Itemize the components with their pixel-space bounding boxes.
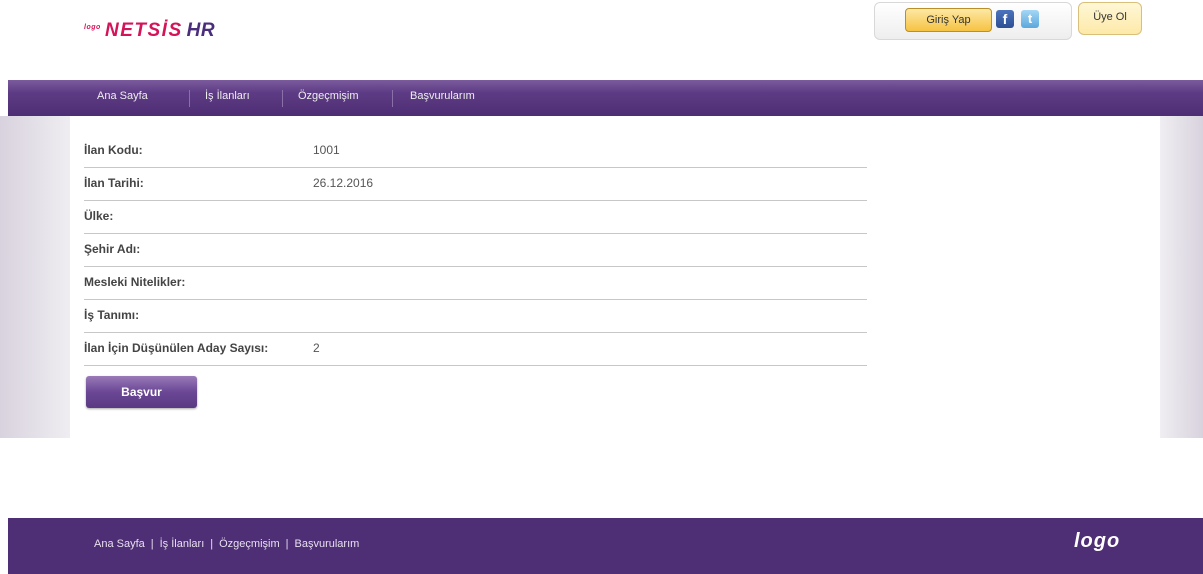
logo-brand-name: NETSİS: [105, 20, 183, 41]
detail-row-job-date: İlan Tarihi: 26.12.2016: [84, 167, 867, 201]
apply-button[interactable]: Başvur: [86, 376, 197, 408]
twitter-glyph: t: [1027, 11, 1033, 26]
nav-separator: [392, 90, 393, 107]
main-nav: Ana Sayfa İş İlanları Özgeçmişim Başvuru…: [8, 80, 1203, 116]
footer-separator: |: [285, 538, 289, 550]
footer-links: Ana Sayfa | İş İlanları | Özgeçmişim | Başvuru…: [94, 538, 359, 550]
detail-row-candidate-count: İlan İçin Düşünülen Aday Sayısı: 2: [84, 332, 867, 366]
footer-link-applications[interactable]: Başvurularım: [295, 538, 360, 550]
detail-row-country: Ülke:: [84, 200, 867, 234]
country-label: Ülke:: [84, 209, 114, 223]
footer-link-home[interactable]: Ana Sayfa: [94, 538, 145, 550]
job-date-label: İlan Tarihi:: [84, 176, 144, 190]
logo-brand-footer[interactable]: logo: [1074, 530, 1120, 553]
qualifications-label: Mesleki Nitelikler:: [84, 275, 186, 289]
nav-separator: [189, 90, 190, 107]
nav-item-applications[interactable]: Başvurularım: [410, 80, 475, 116]
candidate-count-label: İlan İçin Düşünülen Aday Sayısı:: [84, 341, 269, 355]
candidate-count-value: 2: [313, 341, 320, 355]
facebook-icon[interactable]: f: [996, 10, 1014, 28]
auth-box: Giriş Yap f t: [874, 2, 1072, 40]
footer-link-jobs[interactable]: İş İlanları: [160, 538, 205, 550]
signup-button[interactable]: Üye Ol: [1078, 2, 1142, 35]
header: logo NETSİS HR Giriş Yap f t Üye Ol: [0, 0, 1203, 80]
footer: Ana Sayfa | İş İlanları | Özgeçmişim | Başvuru…: [8, 518, 1203, 574]
detail-row-city: Şehir Adı:: [84, 233, 867, 267]
footer-separator: |: [210, 538, 214, 550]
job-detail-panel: İlan Kodu: 1001 İlan Tarihi: 26.12.2016 …: [70, 116, 1160, 438]
nav-item-jobs[interactable]: İş İlanları: [205, 80, 250, 116]
job-code-label: İlan Kodu:: [84, 143, 143, 157]
twitter-icon[interactable]: t: [1021, 10, 1039, 28]
logo-small-text: logo: [84, 24, 101, 31]
footer-separator: |: [150, 538, 154, 550]
job-date-value: 26.12.2016: [313, 176, 374, 190]
job-description-label: İş Tanımı:: [84, 308, 140, 322]
nav-separator: [282, 90, 283, 107]
page-background-right: [1160, 116, 1203, 438]
job-code-value: 1001: [313, 143, 340, 157]
footer-link-resume[interactable]: Özgeçmişim: [219, 538, 280, 550]
facebook-glyph: f: [1002, 11, 1008, 27]
logo-hr-text: HR: [186, 20, 216, 41]
detail-row-job-description: İş Tanımı:: [84, 299, 867, 333]
nav-item-resume[interactable]: Özgeçmişim: [298, 80, 359, 116]
nav-item-home[interactable]: Ana Sayfa: [97, 80, 148, 116]
city-label: Şehir Adı:: [84, 242, 141, 256]
detail-row-qualifications: Mesleki Nitelikler:: [84, 266, 867, 300]
detail-row-job-code: İlan Kodu: 1001: [84, 134, 867, 168]
login-button[interactable]: Giriş Yap: [905, 8, 992, 32]
logo-brand-text: NETSİS HR: [105, 20, 215, 42]
